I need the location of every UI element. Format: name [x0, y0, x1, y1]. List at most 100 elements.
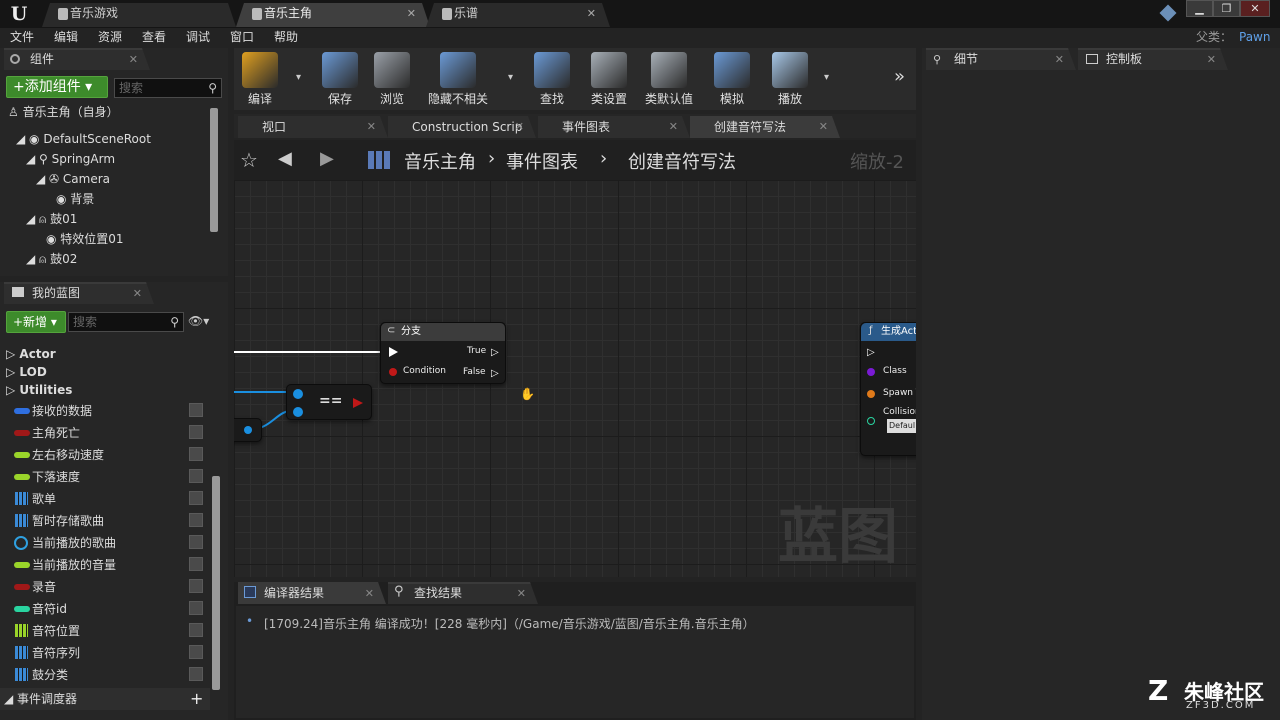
toolbar-button-3[interactable]: 隐藏不相关	[424, 48, 492, 110]
close-icon[interactable]: ✕	[367, 116, 376, 138]
close-icon[interactable]: ✕	[129, 50, 138, 69]
visibility-eye-icon[interactable]	[189, 447, 203, 461]
spawn-actor-node[interactable]: 生成Act ƒ ▷ Class Spawn T Collision Defaul	[860, 322, 916, 456]
menu-file[interactable]: 文件	[10, 28, 34, 48]
menu-view[interactable]: 查看	[142, 28, 166, 48]
tree-item[interactable]: ◢ ◉ DefaultSceneRoot	[16, 129, 151, 149]
collision-dropdown[interactable]: Defaul	[887, 419, 916, 433]
favorite-star-icon[interactable]: ☆	[240, 148, 258, 172]
tree-item[interactable]: ◢ ⍝ 鼓02	[26, 249, 77, 269]
pin-icon[interactable]	[293, 407, 303, 417]
unreal-logo-icon[interactable]: U	[6, 2, 32, 26]
pin-icon[interactable]	[353, 398, 363, 408]
category-actor[interactable]: ▷ Actor	[6, 344, 56, 364]
visibility-eye-icon[interactable]	[189, 645, 203, 659]
tree-item[interactable]: ◢ ⚲ SpringArm	[26, 149, 115, 169]
exec-pin-icon[interactable]: ▷	[867, 347, 875, 358]
exec-pin-icon[interactable]: ▷	[491, 368, 499, 379]
new-button[interactable]: +新增 ▾	[6, 311, 66, 333]
breadcrumb-graph[interactable]: 事件图表	[506, 148, 578, 174]
pin-icon[interactable]	[293, 389, 303, 399]
my-blueprint-tab[interactable]: 我的蓝图 ✕	[4, 282, 154, 304]
event-dispatchers-row[interactable]: ◢ 事件调度器	[4, 689, 77, 709]
variable-row[interactable]: 暂时存储歌曲	[8, 510, 208, 532]
close-icon[interactable]: ✕	[517, 584, 526, 603]
variable-row[interactable]: 当前播放的音量	[8, 554, 208, 576]
visibility-eye-icon[interactable]	[189, 601, 203, 615]
close-icon[interactable]: ✕	[515, 116, 524, 138]
add-component-button[interactable]: +添加组件 ▾	[6, 76, 108, 98]
tree-item[interactable]: ◉ 特效位置01	[46, 229, 124, 249]
tab-viewport[interactable]: 视口 ✕	[238, 116, 388, 138]
pin-icon[interactable]	[244, 426, 252, 434]
variable-row[interactable]: 接收的数据	[8, 400, 208, 422]
variable-row[interactable]: 鼓分类	[8, 664, 208, 686]
variable-row[interactable]: 音符位置	[8, 620, 208, 642]
close-icon[interactable]: ✕	[407, 3, 416, 24]
menu-asset[interactable]: 资源	[98, 28, 122, 48]
close-icon[interactable]: ✕	[133, 284, 142, 303]
forward-icon[interactable]: ▶	[320, 148, 334, 169]
back-icon[interactable]: ◀	[278, 148, 292, 169]
category-lod[interactable]: ▷ LOD	[6, 362, 47, 382]
branch-node[interactable]: 分支 ⊂ Condition True False ▷ ▷	[380, 322, 506, 384]
close-icon[interactable]: ✕	[1055, 50, 1064, 69]
toolbar-button-6[interactable]: 类默认值	[640, 48, 698, 110]
menu-window[interactable]: 窗口	[230, 28, 254, 48]
variable-row[interactable]: 主角死亡	[8, 422, 208, 444]
dropdown-arrow-icon[interactable]: ▾	[296, 72, 301, 83]
category-utilities[interactable]: ▷ Utilities	[6, 380, 72, 400]
tab-event-graph[interactable]: 事件图表 ✕	[538, 116, 690, 138]
pin-icon[interactable]	[389, 368, 397, 376]
visibility-eye-icon[interactable]	[189, 425, 203, 439]
variable-row[interactable]: 歌单	[8, 488, 208, 510]
dropdown-arrow-icon[interactable]: ▾	[824, 72, 829, 83]
blueprint-search-input[interactable]: 搜索 ⚲	[68, 312, 184, 332]
toolbar-button-4[interactable]: 查找	[530, 48, 574, 110]
toolbar-overflow-icon[interactable]: »	[894, 66, 905, 87]
variable-row[interactable]: 当前播放的歌曲	[8, 532, 208, 554]
component-self[interactable]: ♙ 音乐主角（自身）	[8, 102, 119, 122]
exec-pin-icon[interactable]: ▷	[491, 347, 499, 358]
visibility-eye-icon[interactable]	[189, 535, 203, 549]
parent-class-link[interactable]: Pawn	[1239, 28, 1270, 48]
close-icon[interactable]: ✕	[669, 116, 678, 138]
toolbar-button-2[interactable]: 浏览	[370, 48, 414, 110]
window-tab-music-hero[interactable]: 音乐主角 ✕	[236, 3, 430, 27]
close-window-button[interactable]: ✕	[1240, 0, 1270, 17]
tab-details[interactable]: 细节 ✕	[926, 48, 1076, 70]
variable-row[interactable]: 音符id	[8, 598, 208, 620]
equals-node[interactable]: ==	[286, 384, 372, 420]
close-icon[interactable]: ✕	[365, 584, 374, 603]
variable-row[interactable]: 左右移动速度	[8, 444, 208, 466]
tree-item[interactable]: ◢ ⍝ 鼓01	[26, 209, 77, 229]
pin-icon[interactable]	[867, 417, 875, 425]
components-tab[interactable]: 组件 ✕	[4, 48, 150, 70]
minimize-button[interactable]: ▁	[1186, 0, 1213, 17]
components-scrollbar[interactable]	[210, 108, 218, 232]
blueprint-scrollbar[interactable]	[212, 476, 220, 690]
dropdown-arrow-icon[interactable]: ▾	[508, 72, 513, 83]
components-search-input[interactable]: 搜索 ⚲	[114, 78, 222, 98]
close-icon[interactable]: ✕	[587, 3, 596, 24]
visibility-eye-icon[interactable]	[189, 579, 203, 593]
visibility-eye-icon[interactable]	[189, 403, 203, 417]
tab-find-results[interactable]: 查找结果 ✕	[388, 582, 538, 604]
menu-help[interactable]: 帮助	[274, 28, 298, 48]
pin-icon[interactable]	[867, 390, 875, 398]
tab-create-note-style[interactable]: 创建音符写法 ✕	[690, 116, 840, 138]
exec-pin-icon[interactable]	[389, 347, 398, 357]
tab-compiler-results[interactable]: 编译器结果 ✕	[238, 582, 386, 604]
visibility-eye-icon[interactable]	[189, 491, 203, 505]
visibility-eye-icon[interactable]	[189, 557, 203, 571]
visibility-eye-icon[interactable]	[189, 513, 203, 527]
visibility-eye-icon[interactable]	[189, 623, 203, 637]
tab-construction-script[interactable]: Construction Scrip ✕	[388, 116, 536, 138]
toolbar-button-7[interactable]: 模拟	[708, 48, 756, 110]
add-dispatcher-icon[interactable]: +	[190, 689, 203, 708]
toolbar-button-0[interactable]: 编译	[240, 48, 280, 110]
menu-debug[interactable]: 调试	[186, 28, 210, 48]
toolbar-button-1[interactable]: 保存	[318, 48, 362, 110]
tab-palette[interactable]: 控制板 ✕	[1078, 48, 1228, 70]
variable-row[interactable]: 音符序列	[8, 642, 208, 664]
